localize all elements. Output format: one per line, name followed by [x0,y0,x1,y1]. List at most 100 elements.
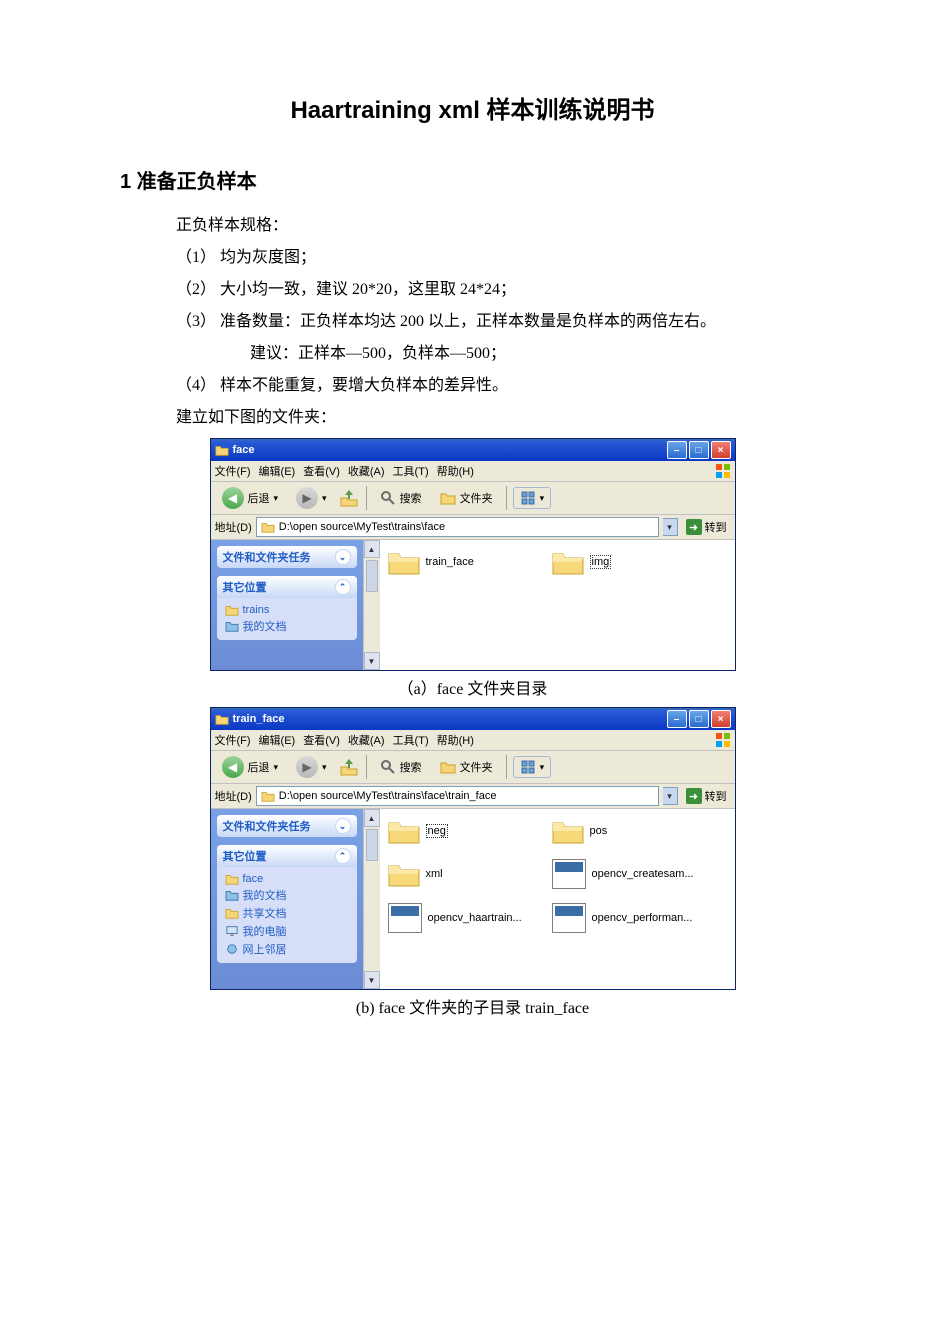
views-button[interactable]: ▾ [513,756,552,778]
forward-button[interactable]: ▶ ▾ [289,484,334,512]
scroll-down-icon[interactable]: ▼ [364,652,380,670]
dropdown-icon: ▾ [540,762,545,773]
addressbar: 地址(D) D:\open source\MyTest\trains\face\… [211,784,735,809]
menu-help[interactable]: 帮助(H) [437,463,474,479]
sidebar-link-mycomputer[interactable]: 我的电脑 [225,923,349,939]
file-haartraining[interactable]: opencv_haartrain... [388,903,538,933]
back-button[interactable]: ◀ 后退 ▾ [215,753,286,781]
collapse-icon: ⌃ [335,848,351,864]
menu-file[interactable]: 文件(F) [215,732,251,748]
address-path: D:\open source\MyTest\trains\face\train_… [279,790,497,802]
views-icon [520,759,536,775]
address-input[interactable]: D:\open source\MyTest\trains\face\train_… [256,786,659,806]
sidebar-scrollbar[interactable]: ▲ ▼ [363,540,380,670]
folders-button[interactable]: 文件夹 [433,487,500,509]
folder-train-face[interactable]: train_face [388,548,538,576]
folder-icon [388,860,420,888]
forward-button[interactable]: ▶ ▾ [289,753,334,781]
tasks-panel-header[interactable]: 文件和文件夹任务 ⌄ [217,815,357,837]
sidebar-link-shareddocs[interactable]: 共享文档 [225,905,349,921]
up-button[interactable] [338,756,360,778]
scroll-thumb[interactable] [366,829,378,861]
file-label: opencv_performan... [592,912,693,924]
menu-favorites[interactable]: 收藏(A) [348,463,385,479]
menu-tools[interactable]: 工具(T) [393,463,429,479]
dropdown-icon: ▾ [322,493,327,504]
spec-item-2: （2） 大小均一致，建议 20*20，这里取 24*24； [176,276,825,304]
folder-label: pos [590,825,608,837]
collapse-icon: ⌄ [335,818,351,834]
go-button[interactable]: ➜ 转到 [682,518,731,536]
back-button[interactable]: ◀ 后退 ▾ [215,484,286,512]
folders-icon [440,759,456,775]
search-icon [380,490,396,506]
scroll-thumb[interactable] [366,560,378,592]
up-button[interactable] [338,487,360,509]
spec-intro: 正负样本规格： [176,212,825,240]
scroll-up-icon[interactable]: ▲ [364,540,380,558]
window-title: face [233,444,667,456]
sidebar-link-face[interactable]: face [225,873,349,885]
menu-tools[interactable]: 工具(T) [393,732,429,748]
maximize-button[interactable]: □ [689,441,709,459]
maximize-button[interactable]: □ [689,710,709,728]
titlebar[interactable]: face – □ × [211,439,735,461]
menu-favorites[interactable]: 收藏(A) [348,732,385,748]
link-label: trains [243,604,270,616]
views-button[interactable]: ▾ [513,487,552,509]
folder-icon [388,548,420,576]
section-heading: 1 准备正负样本 [120,165,825,194]
link-label: 网上邻居 [243,941,287,957]
file-createsamples[interactable]: opencv_createsam... [552,859,702,889]
content-area: train_face img [380,540,735,670]
other-panel-header[interactable]: 其它位置 ⌃ [217,576,357,598]
menu-file[interactable]: 文件(F) [215,463,251,479]
spec-item-1: （1） 均为灰度图； [176,244,825,272]
close-button[interactable]: × [711,441,731,459]
folder-xml[interactable]: xml [388,859,538,889]
minimize-button[interactable]: – [667,710,687,728]
folders-button[interactable]: 文件夹 [433,756,500,778]
dropdown-icon: ▾ [274,762,279,773]
file-performance[interactable]: opencv_performan... [552,903,702,933]
folder-pos[interactable]: pos [552,817,702,845]
sidebar-link-trains[interactable]: trains [225,604,349,616]
exe-icon [388,903,422,933]
folder-label: neg [426,824,448,838]
menu-view[interactable]: 查看(V) [303,732,340,748]
folder-img[interactable]: img [552,548,702,576]
spec-item-4: （4） 样本不能重复，要增大负样本的差异性。 [176,372,825,400]
sidebar-link-network[interactable]: 网上邻居 [225,941,349,957]
go-button[interactable]: ➜ 转到 [682,787,731,805]
other-panel-header[interactable]: 其它位置 ⌃ [217,845,357,867]
forward-icon: ▶ [296,487,318,509]
folder-icon [261,790,275,802]
close-button[interactable]: × [711,710,731,728]
folder-icon [261,521,275,533]
search-button[interactable]: 搜索 [373,756,429,778]
folder-icon [552,548,584,576]
menu-edit[interactable]: 编辑(E) [259,463,296,479]
titlebar[interactable]: train_face – □ × [211,708,735,730]
menu-help[interactable]: 帮助(H) [437,732,474,748]
forward-icon: ▶ [296,756,318,778]
folder-neg[interactable]: neg [388,817,538,845]
menu-edit[interactable]: 编辑(E) [259,732,296,748]
go-icon: ➜ [686,519,702,535]
tasks-panel-header[interactable]: 文件和文件夹任务 ⌄ [217,546,357,568]
sidebar-link-mydocs[interactable]: 我的文档 [225,887,349,903]
scroll-down-icon[interactable]: ▼ [364,971,380,989]
search-button[interactable]: 搜索 [373,487,429,509]
link-label: 我的文档 [243,618,287,634]
folder-icon [388,817,420,845]
windows-logo-icon [715,463,731,479]
sidebar-link-mydocs[interactable]: 我的文档 [225,618,349,634]
address-dropdown[interactable]: ▾ [663,787,678,805]
address-dropdown[interactable]: ▾ [663,518,678,536]
minimize-button[interactable]: – [667,441,687,459]
menu-view[interactable]: 查看(V) [303,463,340,479]
scroll-up-icon[interactable]: ▲ [364,809,380,827]
sidebar-scrollbar[interactable]: ▲ ▼ [363,809,380,989]
toolbar: ◀ 后退 ▾ ▶ ▾ 搜索 文件夹 [211,482,735,515]
address-input[interactable]: D:\open source\MyTest\trains\face [256,517,659,537]
